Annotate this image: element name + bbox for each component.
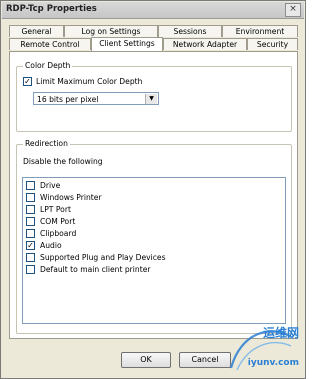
drive-checkbox[interactable] [26,181,35,190]
list-item-label: Default to main client printer [40,265,151,274]
cancel-label: Cancel [191,355,219,364]
list-item-label: Audio [40,241,62,250]
tab-environment[interactable]: Environment [222,25,298,37]
tab-label: Client Settings [99,39,155,48]
close-icon: × [289,4,297,14]
com-port-checkbox[interactable] [26,217,35,226]
limit-color-depth-checkbox[interactable]: ✓ [23,77,32,86]
tab-label: Remote Control [20,40,80,49]
tab-general[interactable]: General [9,25,64,37]
limit-color-depth-label: Limit Maximum Color Depth [36,77,143,86]
cancel-button[interactable]: Cancel [179,352,231,368]
redirection-listbox[interactable]: Drive Windows Printer LPT Port COM Port … [22,177,286,324]
watermark-logo: 运维网 iyunv.com [227,322,301,376]
pnp-devices-checkbox[interactable] [26,253,35,262]
tab-label: Sessions [173,27,207,36]
tab-label: General [21,27,52,36]
windows-printer-checkbox[interactable] [26,193,35,202]
check-icon: ✓ [24,77,31,86]
tab-network-adapter[interactable]: Network Adapter [163,38,247,50]
redirection-title: Redirection [23,139,70,148]
color-depth-title: Color Depth [23,61,73,70]
tab-security[interactable]: Security [247,38,298,50]
tab-log-on-settings[interactable]: Log on Settings [64,25,158,37]
list-item-label: Drive [40,181,61,190]
watermark-text-cn: 运维网 [262,326,299,340]
tab-label: Security [256,40,289,49]
chevron-down-icon[interactable]: ▼ [145,94,157,104]
window-title: RDP-Tcp Properties [6,4,97,14]
list-item-label: LPT Port [40,205,71,214]
clipboard-checkbox[interactable] [26,229,35,238]
tab-label: Log on Settings [81,27,141,36]
watermark-domain: iyunv.com [247,358,299,368]
close-button[interactable]: × [285,3,301,17]
tab-label: Environment [235,27,285,36]
color-depth-select[interactable]: 16 bits per pixel ▼ [33,92,159,105]
color-depth-group: Color Depth ✓ Limit Maximum Color Depth … [16,61,292,132]
list-item-label: COM Port [40,217,76,226]
disable-following-label: Disable the following [23,157,103,166]
properties-dialog: RDP-Tcp Properties × General Log on Sett… [0,0,306,379]
default-printer-checkbox[interactable] [26,265,35,274]
tab-client-settings[interactable]: Client Settings [91,37,163,51]
color-depth-value: 16 bits per pixel [37,95,99,104]
list-item-label: Windows Printer [40,193,102,202]
redirection-group: Redirection Disable the following Drive … [16,139,292,334]
client-settings-panel: Color Depth ✓ Limit Maximum Color Depth … [9,51,298,339]
tab-remote-control[interactable]: Remote Control [9,38,91,50]
list-item-label: Supported Plug and Play Devices [40,253,166,262]
ok-label: OK [140,355,152,364]
lpt-port-checkbox[interactable] [26,205,35,214]
ok-button[interactable]: OK [121,352,171,368]
title-bar[interactable]: RDP-Tcp Properties × [2,2,304,19]
tab-sessions[interactable]: Sessions [158,25,222,37]
tab-label: Network Adapter [172,40,238,49]
list-item-label: Clipboard [40,229,77,238]
audio-checkbox[interactable]: ✓ [26,241,35,250]
check-icon: ✓ [27,241,34,250]
